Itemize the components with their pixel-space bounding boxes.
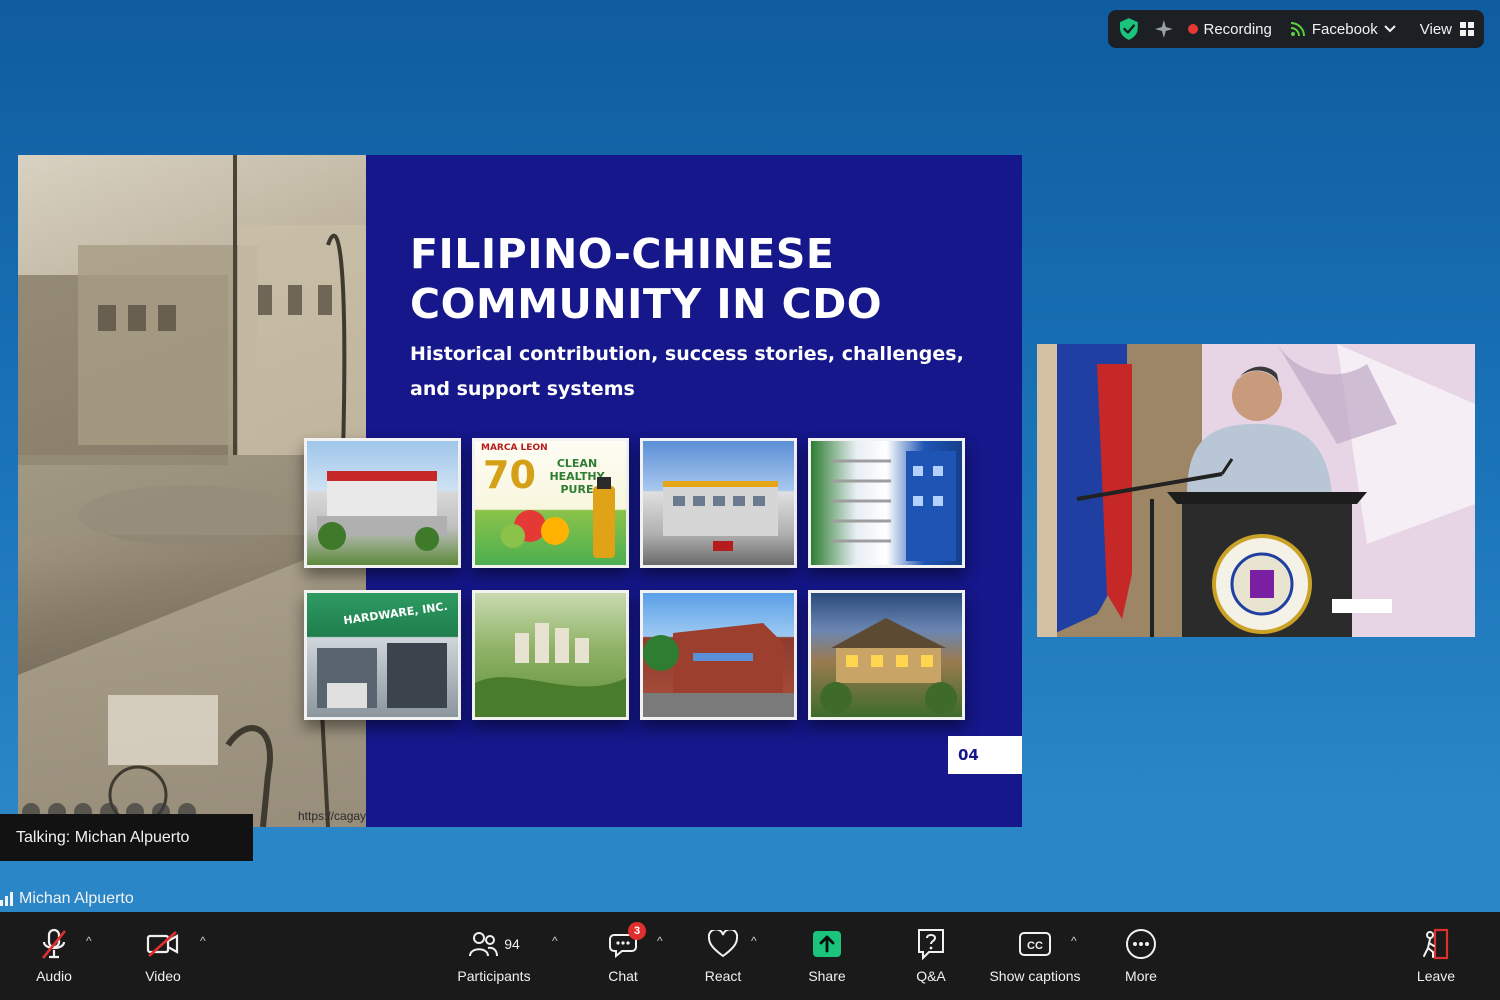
self-name-label: Michan Alpuerto bbox=[19, 890, 134, 907]
audio-level-icon bbox=[0, 892, 13, 906]
view-label: View bbox=[1419, 20, 1452, 38]
chat-button[interactable]: 3 Chat bbox=[600, 912, 646, 1000]
marca-leon-ad-photo: MARCA LEON 70 CLEAN HEALTHY PURE bbox=[472, 438, 629, 568]
shield-check-icon[interactable] bbox=[1118, 17, 1140, 41]
react-button[interactable]: React bbox=[700, 912, 746, 1000]
svg-text:CC: CC bbox=[1027, 940, 1043, 952]
more-label: More bbox=[1125, 968, 1157, 984]
school-building-photo bbox=[640, 590, 797, 720]
township-aerial-photo bbox=[472, 590, 629, 720]
slide-title: FILIPINO-CHINESE COMMUNITY IN CDO bbox=[410, 230, 883, 328]
active-speaker-label: Talking: Michan Alpuerto bbox=[0, 814, 253, 861]
cc-icon: CC bbox=[1019, 932, 1051, 956]
participants-label: Participants bbox=[457, 968, 531, 984]
chat-label: Chat bbox=[608, 968, 638, 984]
show-captions-button[interactable]: CC Show captions bbox=[986, 912, 1084, 1000]
video-button[interactable]: Video bbox=[138, 912, 188, 1000]
share-label: Share bbox=[808, 968, 846, 984]
react-label: React bbox=[704, 968, 742, 984]
shared-screen-slide: https://cagay FILIPINO-CHINESE COMMUNITY… bbox=[18, 155, 1022, 827]
sparkle-icon[interactable] bbox=[1154, 19, 1174, 39]
photo-credit: https://cagay bbox=[298, 809, 367, 823]
camera-muted-icon bbox=[146, 931, 179, 957]
people-icon bbox=[469, 932, 499, 957]
heart-icon bbox=[708, 930, 738, 958]
slide-page-number: 04 bbox=[948, 736, 1022, 774]
live-stream-label: Facebook bbox=[1311, 20, 1378, 38]
question-icon bbox=[918, 929, 944, 960]
chat-options-chevron-icon[interactable]: ^ bbox=[657, 934, 663, 948]
self-view-name: Michan Alpuerto bbox=[0, 887, 134, 911]
meeting-toolbar: Audio ^ Video ^ 94 Participants ^ 3 Chat… bbox=[0, 912, 1500, 1000]
chevron-down-icon bbox=[1384, 25, 1396, 33]
audio-button[interactable]: Audio bbox=[30, 912, 78, 1000]
grid-icon bbox=[1460, 22, 1474, 36]
leave-button[interactable]: Leave bbox=[1412, 912, 1460, 1000]
audio-label: Audio bbox=[36, 968, 72, 984]
mic-muted-icon bbox=[41, 928, 67, 959]
participant-count: 94 bbox=[504, 936, 520, 952]
video-label: Video bbox=[145, 968, 181, 984]
recording-label: Recording bbox=[1203, 20, 1272, 38]
share-button[interactable]: Share bbox=[804, 912, 850, 1000]
mall-photo bbox=[304, 438, 461, 568]
captions-options-chevron-icon[interactable]: ^ bbox=[1071, 934, 1077, 948]
ellipsis-icon bbox=[1126, 929, 1156, 959]
hardware-store-photo: HARDWARE, INC. bbox=[304, 590, 461, 720]
tower-building-photo bbox=[808, 438, 965, 568]
view-button[interactable]: View bbox=[1420, 21, 1474, 38]
chat-unread-badge: 3 bbox=[628, 922, 646, 940]
leave-label: Leave bbox=[1416, 968, 1456, 984]
live-stream-indicator[interactable]: Facebook bbox=[1290, 21, 1396, 38]
recording-indicator[interactable]: Recording bbox=[1187, 20, 1272, 38]
resort-building-photo bbox=[808, 590, 965, 720]
qa-button[interactable]: Q&A bbox=[908, 912, 954, 1000]
exit-door-icon bbox=[1423, 928, 1449, 960]
react-options-chevron-icon[interactable]: ^ bbox=[751, 934, 757, 948]
participants-button[interactable]: 94 Participants bbox=[450, 912, 538, 1000]
more-button[interactable]: More bbox=[1118, 912, 1164, 1000]
qa-label: Q&A bbox=[916, 968, 946, 984]
photo-grid: MARCA LEON 70 CLEAN HEALTHY PURE HARDWAR… bbox=[304, 438, 966, 720]
participants-options-chevron-icon[interactable]: ^ bbox=[552, 934, 558, 948]
share-arrow-icon bbox=[813, 931, 841, 957]
video-options-chevron-icon[interactable]: ^ bbox=[200, 934, 206, 948]
office-building-photo bbox=[640, 438, 797, 568]
audio-options-chevron-icon[interactable]: ^ bbox=[86, 934, 92, 948]
recording-dot-icon bbox=[1187, 24, 1198, 34]
slide-subtitle: Historical contribution, success stories… bbox=[410, 343, 964, 400]
broadcast-icon bbox=[1290, 22, 1305, 37]
show-captions-label: Show captions bbox=[989, 968, 1081, 984]
meeting-status-bar: Recording Facebook View bbox=[1108, 10, 1484, 48]
speaker-video-tile[interactable] bbox=[1037, 344, 1475, 637]
